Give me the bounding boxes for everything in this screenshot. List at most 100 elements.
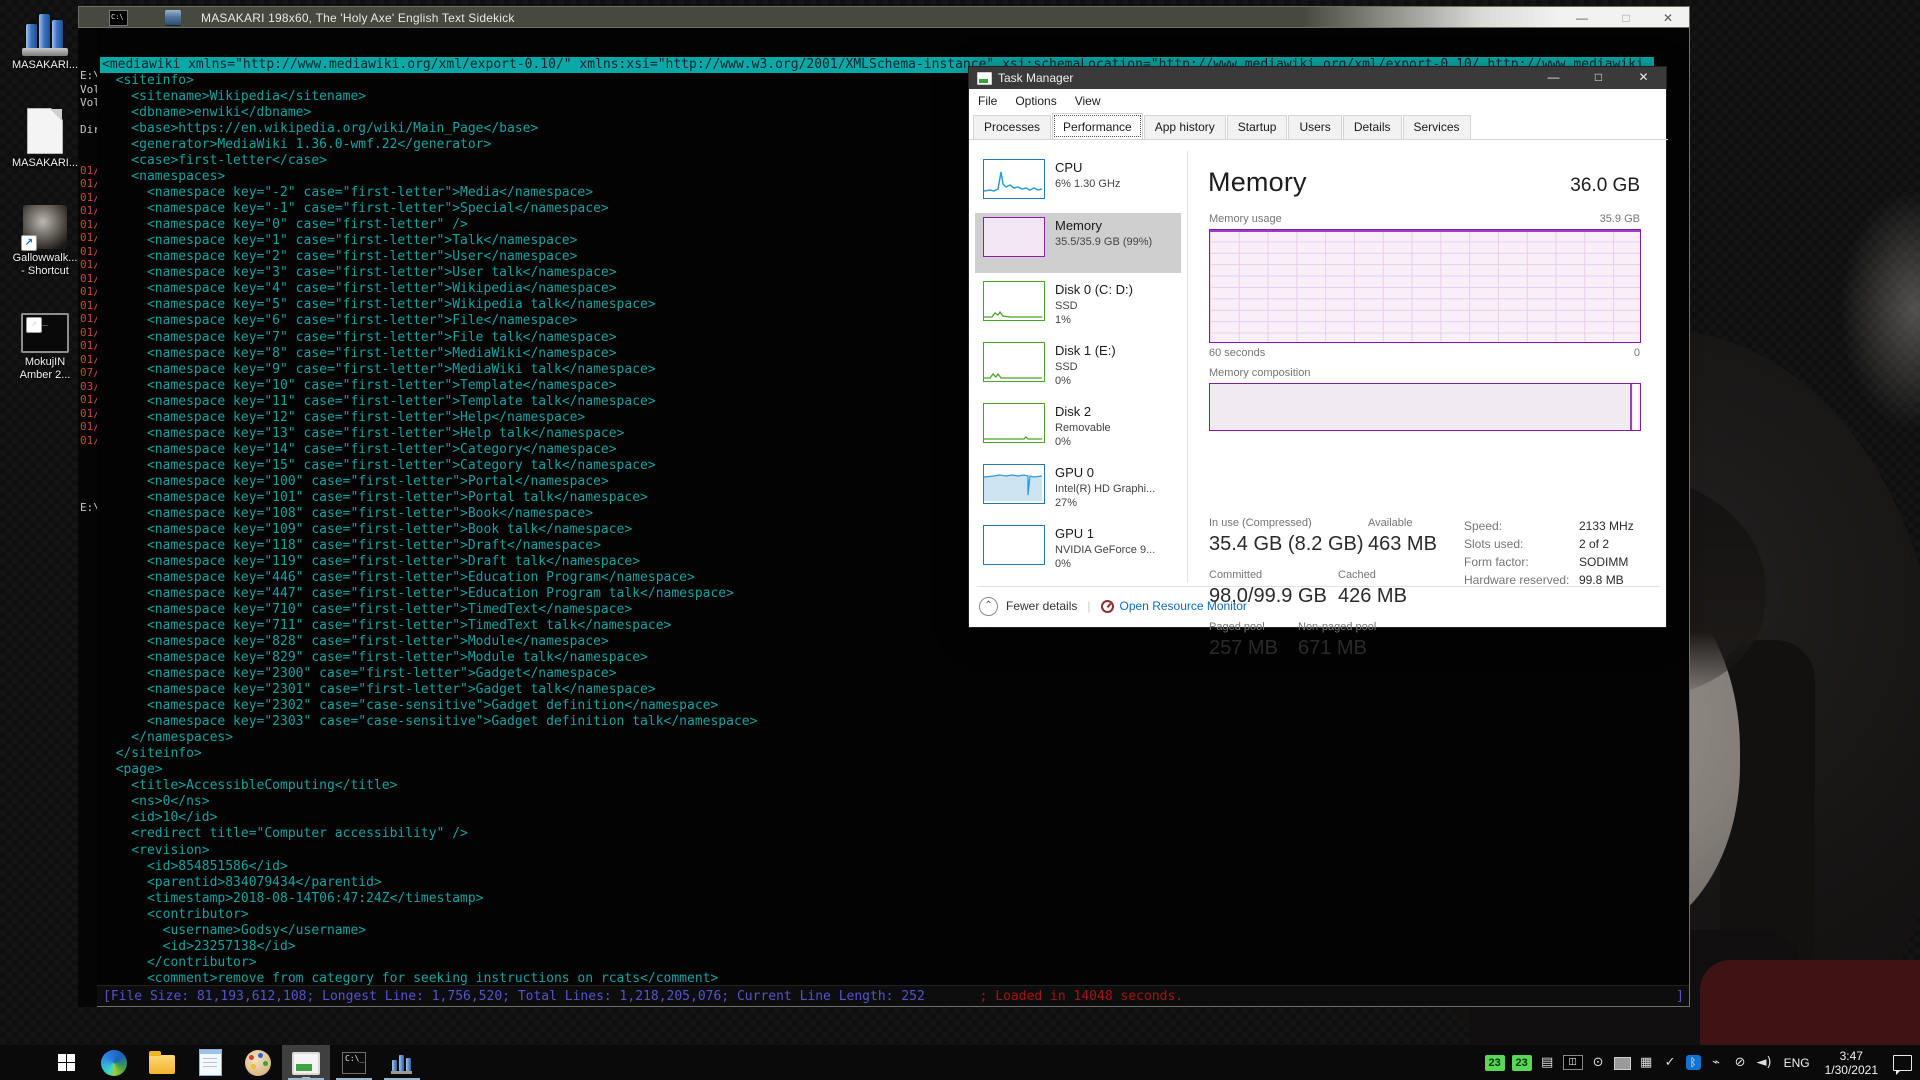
windows-logo-icon [58,1054,75,1071]
taskbar-item-paint[interactable] [234,1045,282,1080]
cached-label: Cached [1338,569,1376,581]
tm-tab-strip: Processes Performance App history Startu… [973,113,1664,139]
console-titlebar[interactable]: C:\ MASAKARI 198x60, The 'Holy Axe' Engl… [78,6,1690,28]
taskbar-clock[interactable]: 3:47 1/30/2021 [1821,1049,1882,1077]
tray-power-icon[interactable]: ⌁ [1708,1055,1725,1070]
tray-usb-eject-icon[interactable]: ✓ [1662,1055,1679,1070]
command-prompt-icon: C:\_ [342,1052,366,1074]
taskbar-item-masakari-editor[interactable] [378,1045,426,1080]
sidebar-item-gpu1[interactable]: GPU 1 NVIDIA GeForce 9... 0% [975,521,1181,577]
taskbar-item-task-manager[interactable] [282,1045,330,1080]
sidebar-item-gpu0[interactable]: GPU 0 Intel(R) HD Graphi... 27% [975,460,1181,516]
in-use-value: 35.4 GB (8.2 GB) [1209,533,1364,556]
console-window-icon: C:\_ ↗ [21,313,69,353]
tray-count-badge-1[interactable]: 23 [1485,1055,1505,1071]
clock-date: 1/30/2021 [1825,1063,1878,1077]
menu-file[interactable]: File [969,90,1006,112]
desktop-icon-masakari-app[interactable]: MASAKARI... [6,12,84,72]
sidebar-item-disk2[interactable]: Disk 2 Removable 0% [975,399,1181,455]
tray-tasks-icon[interactable]: ▤ [1539,1055,1556,1070]
tray-volume-icon[interactable]: ◄) [1756,1055,1773,1070]
bar-chart-app-icon [390,1052,414,1074]
tab-users[interactable]: Users [1288,115,1341,139]
paged-pool-value: 257 MB [1209,637,1278,660]
tab-strip-divider [969,139,1668,140]
tab-app-history[interactable]: App history [1144,115,1226,139]
graph-duration-label: 60 seconds [1209,347,1265,359]
start-button[interactable] [42,1045,90,1080]
tray-network-icon[interactable]: ⊘ [1732,1055,1749,1070]
sidebar-item-disk1[interactable]: Disk 1 (E:) SSD 0% [975,338,1181,394]
tm-maximize-button[interactable]: □ [1576,67,1621,89]
tray-grid-icon[interactable]: ▦ [1638,1055,1655,1070]
tm-minimize-button[interactable]: — [1531,67,1576,89]
disk0-graph-thumbnail [983,281,1045,321]
tray-video-capture-icon[interactable]: ◫ [1563,1055,1583,1070]
sidebar-item-memory[interactable]: Memory 35.5/35.9 GB (99%) [975,213,1181,273]
tab-performance[interactable]: Performance [1052,113,1143,139]
memory-usage-graph [1209,229,1641,343]
paged-pool-label: Paged pool [1209,621,1265,633]
console-maximize-button[interactable]: □ [1611,11,1641,26]
desktop-icon-mokujin-shortcut[interactable]: C:\_ ↗ MokujINAmber 2... [6,313,84,382]
tray-display-icon[interactable] [1614,1057,1631,1070]
menu-options[interactable]: Options [1006,90,1065,112]
taskbar-item-command-prompt[interactable]: C:\_ [330,1045,378,1080]
tab-startup[interactable]: Startup [1227,115,1288,139]
console-close-button[interactable]: ✕ [1653,11,1683,26]
task-manager-icon [292,1052,320,1075]
file-explorer-icon [149,1055,175,1074]
memory-composition-bar [1209,383,1641,431]
shortcut-arrow-icon: ↗ [26,317,42,333]
dir-listing-dates: 01/2 01/2 01/2 01/2 01/1 01/2 01/2 01/2 … [78,164,97,448]
status-load-time: ; Loaded in 14048 seconds. [980,989,1184,1004]
desktop-icon-label: MokujINAmber 2... [6,356,84,382]
tab-processes[interactable]: Processes [973,115,1051,139]
graph-zero-label: 0 [1634,347,1640,359]
taskbar-item-file-explorer[interactable] [138,1045,186,1080]
memory-total-capacity: 36.0 GB [1570,175,1640,197]
hardware-reserved-label: Hardware reserved: [1464,573,1569,587]
tab-services[interactable]: Services [1403,115,1471,139]
tab-details[interactable]: Details [1343,115,1402,139]
desktop-icon-gallowwalker-shortcut[interactable]: ↗ Gallowwalk...- Shortcut [6,205,84,278]
notepad-icon [199,1049,222,1076]
open-resource-monitor-link[interactable]: Open Resource Monitor [1120,599,1247,613]
xml-document-text[interactable]: <siteinfo> <sitename>Wikipedia</sitename… [100,73,757,1007]
fewer-details-button[interactable]: Fewer details [1006,599,1077,613]
task-manager-app-icon [977,72,992,85]
tm-close-button[interactable]: ✕ [1621,67,1666,89]
tray-bluetooth-icon[interactable]: ᛒ [1686,1055,1701,1070]
form-factor-value: SODIMM [1579,555,1628,569]
system-tray: 23 23 ▤ ◫ ⊙ ▦ ✓ ᛒ ⌁ ⊘ ◄) ENG 3:47 1/30/2… [1485,1045,1912,1080]
slots-used-label: Slots used: [1464,537,1523,551]
sidebar-item-disk0[interactable]: Disk 0 (C: D:) SSD 1% [975,277,1181,333]
taskbar-item-notepad[interactable] [186,1045,234,1080]
memory-graph-thumbnail [983,217,1045,257]
menu-view[interactable]: View [1066,90,1110,112]
console-minimize-button[interactable]: — [1567,11,1597,26]
desktop-icon-masakari-file[interactable]: MASAKARI... [6,108,84,170]
taskbar-item-edge[interactable] [90,1045,138,1080]
nonpaged-pool-value: 671 MB [1298,637,1367,660]
language-indicator[interactable]: ENG [1780,1056,1814,1070]
desktop-icon-label: Gallowwalk...- Shortcut [6,252,84,278]
image-thumbnail-icon: ↗ [23,205,67,249]
tray-count-badge-2[interactable]: 23 [1512,1055,1532,1071]
sidebar-item-cpu[interactable]: CPU 6% 1.30 GHz [975,155,1181,211]
disk2-graph-thumbnail [983,403,1045,443]
tm-menubar: File Options View [969,89,1666,113]
memory-max-label: 35.9 GB [1600,213,1640,225]
speed-value: 2133 MHz [1579,519,1634,533]
tray-snip-icon[interactable]: ⊙ [1590,1055,1607,1070]
speed-label: Speed: [1464,519,1502,533]
background-console-window[interactable]: E:\M Vol Vol Dir 01/2 01/2 01/2 01/2 01/… [78,28,97,1007]
gpu0-graph-thumbnail [983,464,1045,504]
task-manager-window: Task Manager — □ ✕ File Options View Pro… [968,66,1667,628]
status-close-bracket: ] [1676,989,1684,1004]
nonpaged-pool-label: Non-paged pool [1298,621,1376,633]
cpu-graph-thumbnail [983,159,1045,199]
shortcut-arrow-icon: ↗ [21,235,37,251]
editor-status-bar: [File Size: 81,193,612,108; Longest Line… [97,985,1690,1007]
action-center-icon[interactable] [1893,1055,1912,1071]
